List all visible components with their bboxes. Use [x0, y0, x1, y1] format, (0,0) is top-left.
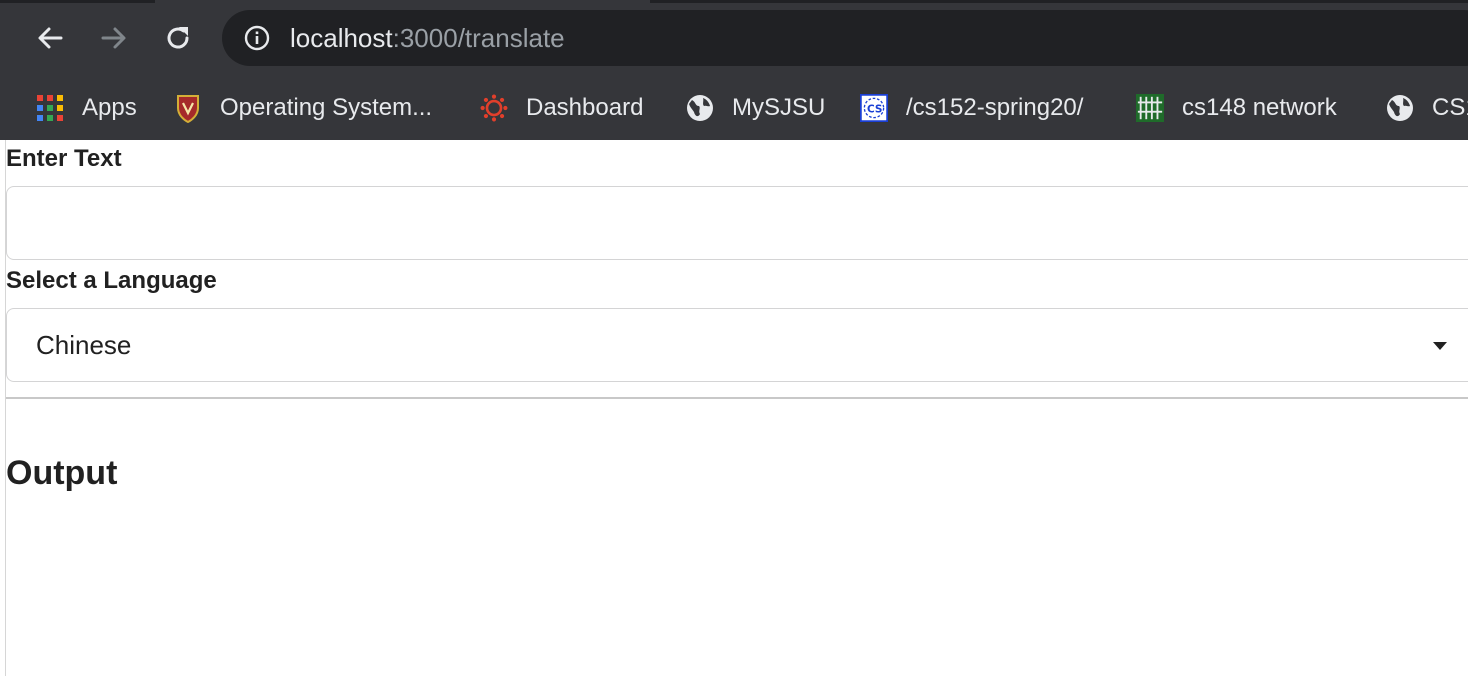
network-grid-icon	[1136, 94, 1164, 122]
bookmark-mysjsu[interactable]: MySJSU	[686, 86, 825, 130]
back-arrow-icon	[38, 27, 63, 49]
bookmark-dashboard[interactable]: Dashboard	[480, 86, 643, 130]
bookmark-operating-systems[interactable]: Operating System...	[174, 86, 432, 130]
url-text: localhost:3000/translate	[290, 21, 565, 55]
forward-button[interactable]	[94, 18, 134, 58]
bookmark-cs152[interactable]: CS /cs152-spring20/	[860, 86, 1083, 130]
language-selected-value: Chinese	[36, 330, 132, 360]
site-info-icon[interactable]	[244, 25, 270, 51]
bookmark-label: CS1	[1432, 94, 1468, 121]
svg-text:CS: CS	[867, 103, 882, 115]
address-bar[interactable]: localhost:3000/translate	[222, 10, 1468, 66]
reload-button[interactable]	[158, 18, 198, 58]
dropdown-caret-icon	[1433, 342, 1447, 350]
bookmark-label: /cs152-spring20/	[906, 94, 1084, 121]
tab-strip-edge	[0, 0, 155, 3]
browser-window: localhost:3000/translate Apps Operating …	[0, 0, 1468, 676]
url-path: :3000/translate	[392, 23, 565, 53]
url-host: localhost	[290, 23, 393, 53]
globe-icon	[686, 94, 714, 122]
bookmark-label: MySJSU	[732, 94, 826, 121]
bookmark-label: Apps	[82, 94, 137, 121]
enter-text-input[interactable]	[6, 186, 1468, 260]
tab-strip-edge	[650, 0, 1468, 3]
bookmark-label: cs148 network	[1182, 94, 1337, 121]
bookmark-label: Operating System...	[220, 94, 433, 121]
browser-toolbar: localhost:3000/translate	[0, 0, 1468, 76]
translate-page: Enter Text Select a Language Chinese Out…	[6, 140, 1468, 676]
bookmark-cs148-network[interactable]: cs148 network	[1136, 86, 1337, 130]
section-divider	[6, 397, 1468, 399]
canvas-logo-icon	[480, 94, 508, 122]
bookmark-label: Dashboard	[526, 94, 644, 121]
cs-logo-icon: CS	[860, 94, 888, 122]
select-language-label: Select a Language	[6, 267, 217, 294]
bookmark-cs1[interactable]: CS1	[1386, 86, 1468, 130]
globe-icon	[1386, 94, 1414, 122]
bookmarks-bar: Apps Operating System... Dashboard MySJS…	[0, 76, 1468, 141]
enter-text-label: Enter Text	[6, 145, 122, 172]
reload-icon	[167, 27, 189, 49]
bookmark-apps[interactable]: Apps	[36, 86, 137, 130]
output-heading: Output	[6, 454, 118, 492]
back-button[interactable]	[30, 18, 70, 58]
language-select[interactable]: Chinese	[6, 308, 1468, 382]
forward-arrow-icon	[101, 27, 126, 49]
crest-icon	[174, 94, 202, 123]
apps-grid-icon	[36, 94, 64, 122]
